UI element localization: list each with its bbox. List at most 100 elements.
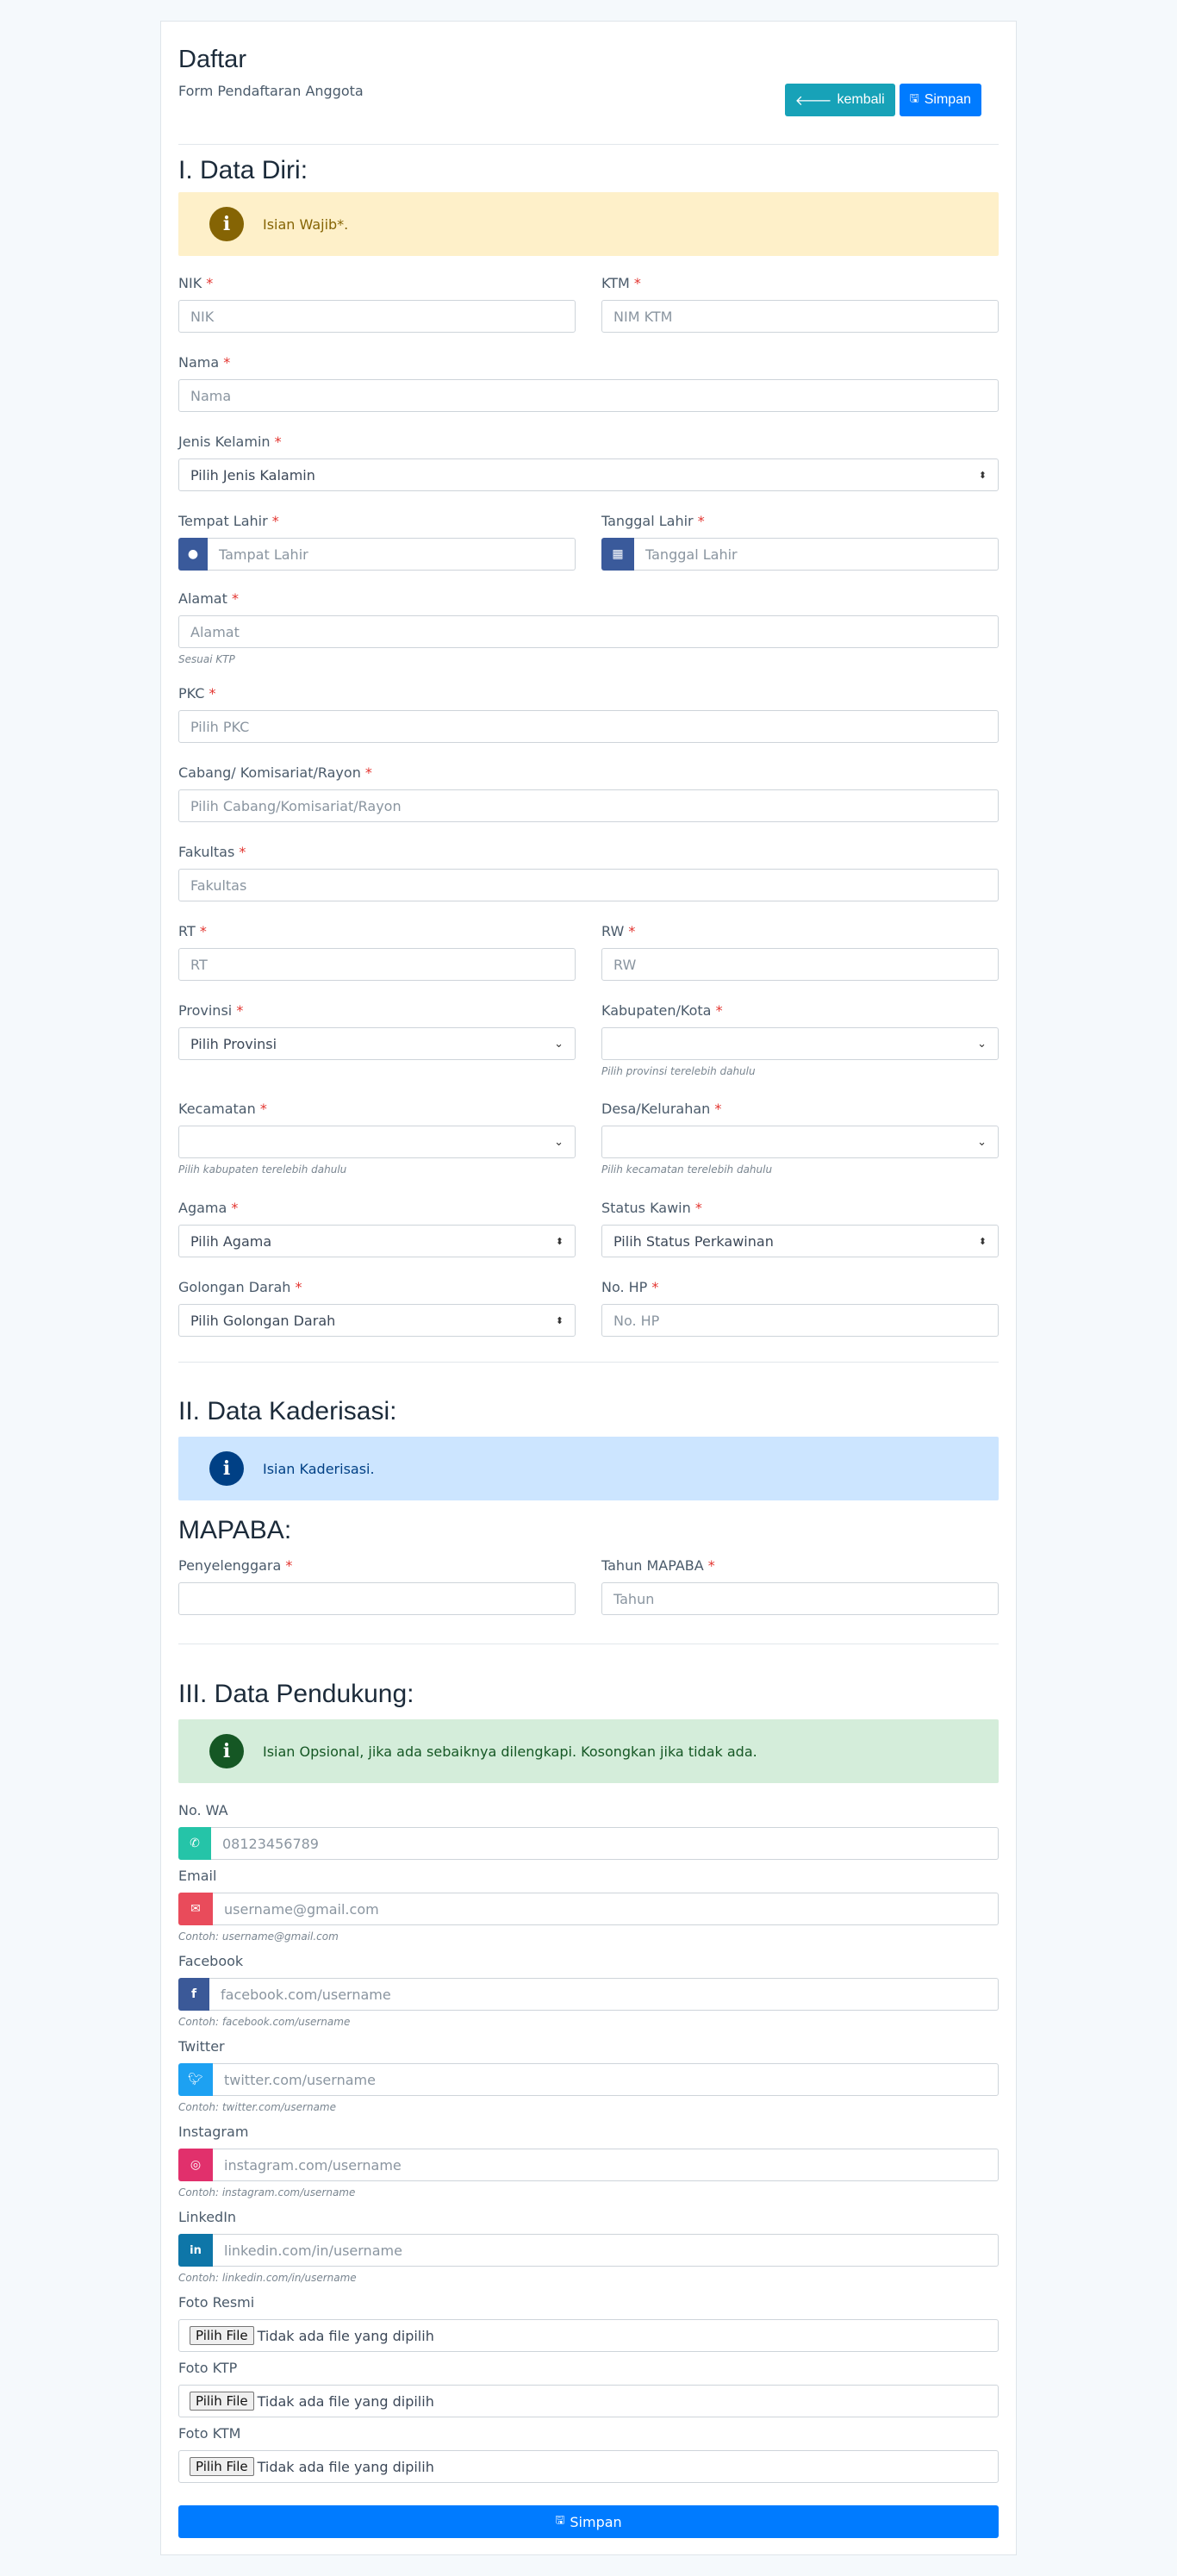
desa-select[interactable]: ⌄ (601, 1126, 999, 1158)
jenis-kelamin-select[interactable]: Pilih Jenis Kalamin ⬍ (178, 458, 999, 491)
info-icon: i (209, 1451, 244, 1486)
choose-file-button[interactable]: Pilih File (190, 2326, 254, 2345)
fakultas-input[interactable]: Fakultas (178, 869, 999, 901)
foto-resmi-label: Foto Resmi (178, 2294, 255, 2311)
alamat-hint: Sesuai KTP (178, 653, 235, 665)
foto-ktp-label: Foto KTP (178, 2360, 238, 2376)
foto-resmi-file-input[interactable]: Pilih File Tidak ada file yang dipilih (178, 2319, 999, 2352)
facebook-icon: f (178, 1978, 209, 2011)
alamat-label: Alamat * (178, 590, 239, 607)
agama-select[interactable]: Pilih Agama ⬍ (178, 1225, 576, 1257)
no-hp-input[interactable]: No. HP (601, 1304, 999, 1337)
save-button[interactable]: 🖫 Simpan (899, 84, 981, 116)
ktm-label: KTM * (601, 275, 641, 291)
alert-required-text: Isian Wajib*. (263, 215, 349, 233)
linkedin-input[interactable]: linkedin.com/in/username (213, 2234, 999, 2267)
choose-file-button[interactable]: Pilih File (190, 2392, 254, 2411)
email-label: Email (178, 1868, 217, 1884)
info-icon: i (209, 207, 244, 241)
status-kawin-select[interactable]: Pilih Status Perkawinan ⬍ (601, 1225, 999, 1257)
alert-pendukung: i Isian Opsional, jika ada sebaiknya dil… (178, 1719, 999, 1783)
alert-required: i Isian Wajib*. (178, 192, 999, 256)
tanggal-lahir-label: Tanggal Lahir * (601, 513, 705, 529)
pkc-input[interactable]: Pilih PKC (178, 710, 999, 743)
no-hp-label: No. HP * (601, 1279, 659, 1295)
chevron-down-icon: ⌄ (554, 1135, 564, 1149)
floppy-icon: 🖫 (909, 91, 919, 104)
tempat-lahir-input[interactable]: Tampat Lahir (208, 538, 576, 571)
kabupaten-select[interactable]: ⌄ (601, 1027, 999, 1060)
section-title-data-diri: I. Data Diri: (178, 156, 308, 184)
foto-ktp-file-input[interactable]: Pilih File Tidak ada file yang dipilih (178, 2385, 999, 2417)
provinsi-label: Provinsi * (178, 1002, 244, 1019)
twitter-group: 🐦︎ twitter.com/username (178, 2063, 999, 2096)
alert-pendukung-text: Isian Opsional, jika ada sebaiknya dilen… (263, 1743, 757, 1760)
instagram-label: Instagram (178, 2124, 249, 2140)
foto-ktm-label: Foto KTM (178, 2425, 241, 2442)
instagram-input[interactable]: instagram.com/username (213, 2149, 999, 2181)
nama-input[interactable]: Nama (178, 379, 999, 412)
alert-kaderisasi-text: Isian Kaderisasi. (263, 1460, 375, 1477)
submit-button-label: Simpan (570, 2513, 622, 2530)
alamat-input[interactable]: Alamat (178, 615, 999, 648)
twitter-input[interactable]: twitter.com/username (213, 2063, 999, 2096)
email-hint: Contoh: username@gmail.com (178, 1930, 339, 1943)
choose-file-button[interactable]: Pilih File (190, 2457, 254, 2476)
facebook-hint: Contoh: facebook.com/username (178, 2016, 351, 2028)
ktm-input[interactable]: NIM KTM (601, 300, 999, 333)
submit-button[interactable]: 🖫 Simpan (178, 2505, 999, 2538)
linkedin-icon: in (178, 2234, 213, 2267)
cabang-input[interactable]: Pilih Cabang/Komisariat/Rayon (178, 789, 999, 822)
nik-input[interactable]: NIK (178, 300, 576, 333)
file-status: Tidak ada file yang dipilih (257, 2392, 434, 2410)
kabupaten-hint: Pilih provinsi terelebih dahulu (601, 1065, 756, 1077)
header-actions: 🡐 kembali 🖫 Simpan (784, 84, 981, 116)
kecamatan-label: Kecamatan * (178, 1101, 267, 1117)
golongan-darah-label: Golongan Darah * (178, 1279, 302, 1295)
linkedin-hint: Contoh: linkedin.com/in/username (178, 2272, 357, 2284)
facebook-input[interactable]: facebook.com/username (209, 1978, 999, 2011)
kecamatan-select[interactable]: ⌄ (178, 1126, 576, 1158)
tahun-mapaba-input[interactable]: Tahun (601, 1582, 999, 1615)
map-marker-icon: ● (178, 538, 208, 571)
rw-label: RW * (601, 923, 636, 939)
divider (178, 1362, 999, 1363)
facebook-label: Facebook (178, 1953, 244, 1969)
agama-label: Agama * (178, 1200, 239, 1216)
kecamatan-hint: Pilih kabupaten terelebih dahulu (178, 1163, 347, 1176)
rt-input[interactable]: RT (178, 948, 576, 981)
back-button[interactable]: 🡐 kembali (784, 84, 895, 116)
floppy-icon: 🖫 (555, 2514, 565, 2527)
email-input[interactable]: username@gmail.com (213, 1893, 999, 1925)
twitter-label: Twitter (178, 2038, 225, 2055)
tempat-lahir-group: ● Tampat Lahir (178, 538, 576, 571)
wa-input[interactable]: 08123456789 (211, 1827, 999, 1860)
page-header: Daftar Form Pendaftaran Anggota 🡐 kembal… (178, 46, 999, 128)
golongan-darah-select[interactable]: Pilih Golongan Darah ⬍ (178, 1304, 576, 1337)
section-title-pendukung: III. Data Pendukung: (178, 1680, 414, 1708)
twitter-hint: Contoh: twitter.com/username (178, 2101, 337, 2113)
instagram-icon: ◎ (178, 2149, 213, 2181)
cabang-label: Cabang/ Komisariat/Rayon * (178, 764, 372, 781)
mapaba-title: MAPABA: (178, 1516, 292, 1544)
save-button-label: Simpan (924, 92, 971, 107)
foto-ktm-file-input[interactable]: Pilih File Tidak ada file yang dipilih (178, 2450, 999, 2483)
select-arrows-icon: ⬍ (555, 1314, 564, 1326)
status-kawin-value: Pilih Status Perkawinan (613, 1232, 774, 1250)
arrow-left-icon: 🡐 (794, 93, 832, 109)
info-icon: i (209, 1734, 244, 1768)
file-status: Tidak ada file yang dipilih (257, 2458, 434, 2475)
penyelenggara-input[interactable] (178, 1582, 576, 1615)
linkedin-label: LinkedIn (178, 2209, 237, 2225)
desa-hint: Pilih kecamatan terelebih dahulu (601, 1163, 773, 1176)
tanggal-lahir-group: ▦ Tanggal Lahir (601, 538, 999, 571)
select-arrows-icon: ⬍ (555, 1235, 564, 1247)
tempat-lahir-label: Tempat Lahir * (178, 513, 279, 529)
nama-label: Nama * (178, 354, 231, 371)
wa-label: No. WA (178, 1802, 228, 1818)
tanggal-lahir-input[interactable]: Tanggal Lahir (634, 538, 999, 571)
provinsi-select[interactable]: Pilih Provinsi ⌄ (178, 1027, 576, 1060)
instagram-hint: Contoh: instagram.com/username (178, 2186, 356, 2199)
golongan-darah-value: Pilih Golongan Darah (190, 1312, 336, 1329)
rw-input[interactable]: RW (601, 948, 999, 981)
